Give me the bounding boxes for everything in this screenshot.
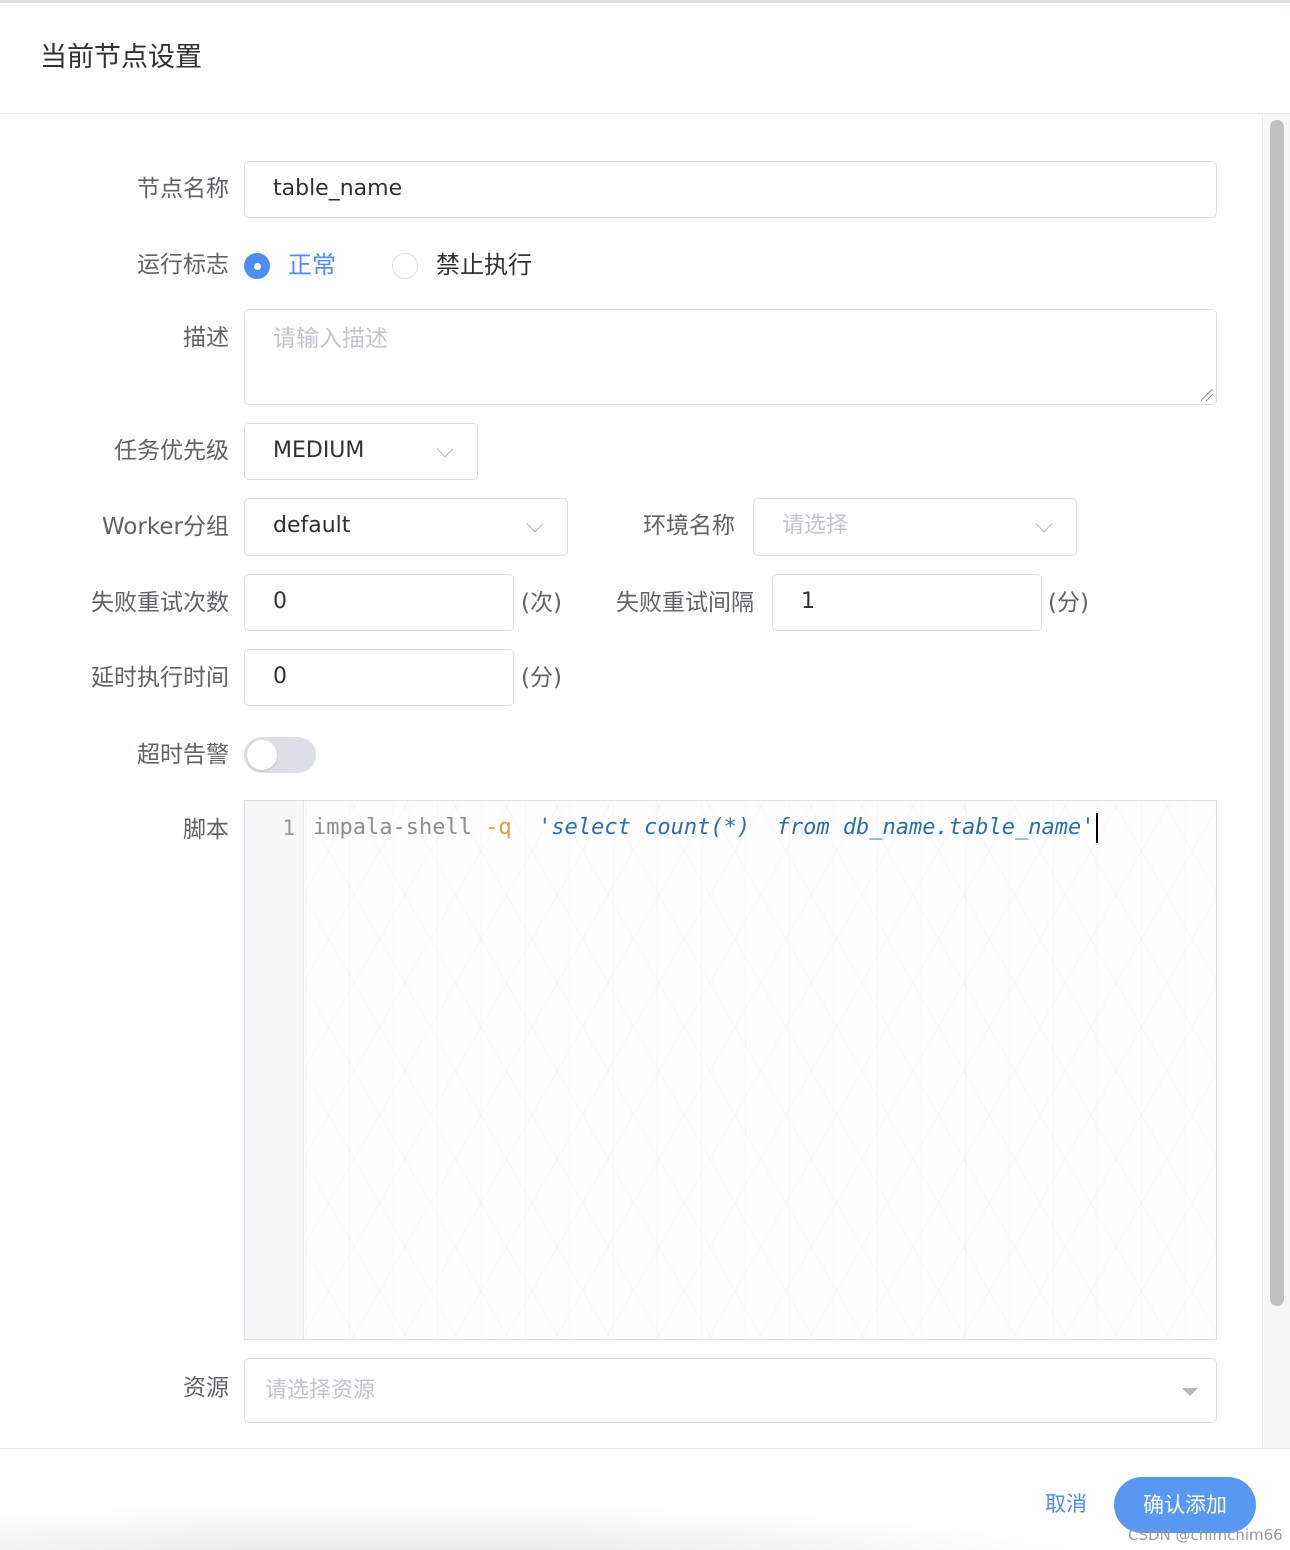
resources-label: 资源 (183, 1375, 229, 1401)
priority-value: MEDIUM (273, 438, 365, 463)
resources-placeholder: 请选择资源 (265, 1378, 376, 1403)
node-name-label: 节点名称 (137, 176, 229, 202)
description-placeholder: 请输入描述 (273, 326, 388, 352)
worker-group-label: Worker分组 (101, 514, 229, 540)
run-flag-forbid-label[interactable]: 禁止执行 (436, 250, 532, 280)
editor-gutter: 1 (245, 801, 304, 1339)
node-name-input[interactable]: table_name (244, 161, 1217, 218)
run-flag-label: 运行标志 (137, 252, 229, 278)
retry-times-input[interactable]: 0 (244, 574, 514, 631)
worker-group-select[interactable]: default (244, 498, 568, 556)
delay-time-unit: (分) (521, 665, 562, 691)
watermark: CSDN @chimchim66 (1128, 1526, 1283, 1544)
description-label: 描述 (183, 325, 229, 351)
confirm-add-button[interactable]: 确认添加 (1114, 1477, 1256, 1533)
run-flag-normal-label[interactable]: 正常 (288, 250, 336, 280)
retry-times-unit: (次) (521, 590, 562, 616)
environment-placeholder: 请选择 (782, 513, 849, 538)
code-token-flag: -q (485, 815, 512, 840)
dialog-footer: 取消 确认添加 CSDN @chimchim66 (0, 1448, 1290, 1550)
environment-label: 环境名称 (643, 513, 735, 539)
code-area[interactable]: impala-shell -q 'select count(*) from db… (305, 801, 1216, 1339)
line-number: 1 (282, 816, 295, 840)
retry-interval-unit: (分) (1048, 590, 1089, 616)
script-editor[interactable]: 1 impala-shell -q 'select count(*) from … (244, 800, 1217, 1340)
delay-time-label: 延时执行时间 (91, 665, 229, 691)
scrollbar-track[interactable] (1262, 114, 1290, 1448)
scrollbar-thumb[interactable] (1270, 120, 1284, 1306)
switch-knob (247, 740, 277, 770)
code-token-string: 'select count(*) from db_name.table_name… (511, 815, 1095, 840)
retry-interval-label: 失败重试间隔 (616, 590, 754, 616)
delay-time-input[interactable]: 0 (244, 649, 514, 706)
code-token-command: impala-shell (313, 815, 486, 840)
description-textarea[interactable]: 请输入描述 (244, 309, 1217, 405)
caret-down-icon (1182, 1387, 1198, 1396)
script-label: 脚本 (183, 817, 229, 843)
resources-select[interactable]: 请选择资源 (244, 1358, 1217, 1423)
timeout-alarm-label: 超时告警 (137, 742, 229, 768)
worker-group-value: default (273, 513, 351, 538)
code-line[interactable]: impala-shell -q 'select count(*) from db… (313, 813, 1099, 843)
retry-times-label: 失败重试次数 (91, 590, 229, 616)
priority-select[interactable]: MEDIUM (244, 423, 478, 480)
chevron-down-icon (526, 515, 544, 533)
run-flag-normal-radio[interactable] (244, 253, 270, 279)
dialog-title: 当前节点设置 (40, 42, 202, 73)
run-flag-forbid-radio[interactable] (392, 253, 418, 279)
timeout-alarm-switch[interactable] (244, 737, 316, 773)
chevron-down-icon (1035, 515, 1053, 533)
dialog-header: 当前节点设置 (0, 3, 1290, 114)
text-cursor (1096, 813, 1099, 843)
environment-select[interactable]: 请选择 (753, 498, 1077, 556)
cancel-button[interactable]: 取消 (1030, 1487, 1102, 1523)
retry-interval-input[interactable]: 1 (772, 574, 1042, 631)
resize-handle-icon[interactable] (1201, 389, 1213, 401)
chevron-down-icon (436, 440, 454, 457)
priority-label: 任务优先级 (114, 438, 229, 464)
